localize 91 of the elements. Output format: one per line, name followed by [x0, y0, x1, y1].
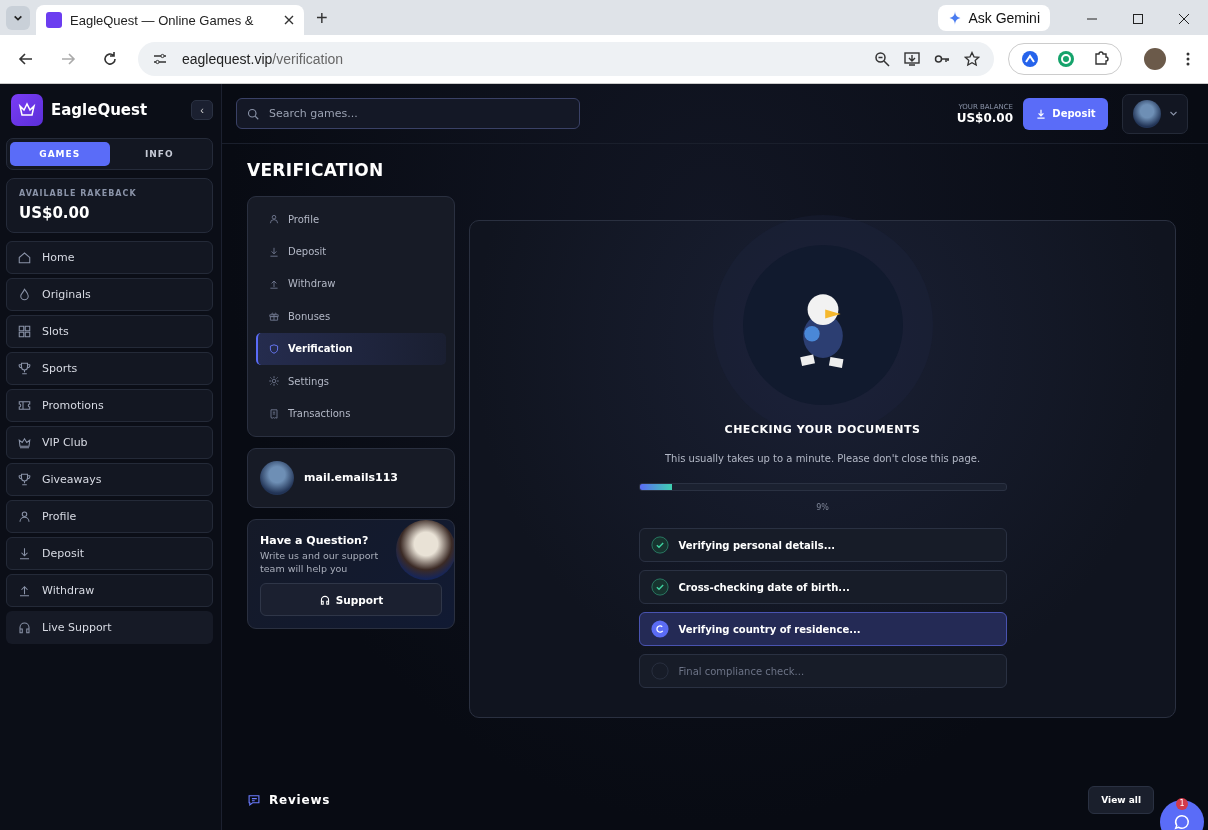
- search-field[interactable]: Search games...: [236, 98, 580, 129]
- download-icon: [17, 546, 32, 561]
- extension-icon[interactable]: [1021, 50, 1039, 68]
- support-text: Write us and our support team will help you: [260, 548, 380, 576]
- reload-icon[interactable]: [102, 51, 118, 67]
- sidebar-item[interactable]: VIP Club: [6, 426, 213, 459]
- extension-icon[interactable]: [1057, 50, 1075, 68]
- search-icon: [247, 107, 259, 120]
- rakeback-label: AVAILABLE RAKEBACK: [19, 189, 138, 198]
- check-icon: [650, 536, 669, 554]
- check-step: Final compliance check...: [638, 654, 1007, 688]
- section-title: Reviews: [269, 793, 331, 807]
- gear-icon: [268, 375, 280, 388]
- zoom-icon[interactable]: [874, 51, 890, 67]
- rakeback-amount: US$0.00: [19, 204, 91, 222]
- spinner-icon: [650, 620, 669, 638]
- mascot-avatar: [260, 460, 294, 495]
- progress-percent: 9%: [816, 503, 829, 512]
- gift-icon: [268, 310, 280, 323]
- sidebar-tab[interactable]: INFO: [109, 142, 209, 166]
- sidebar-item[interactable]: Deposit: [6, 537, 213, 570]
- brand-name: EagleQuest: [51, 101, 148, 119]
- collapse-button[interactable]: ‹: [191, 100, 213, 120]
- account-menu-item[interactable]: Withdraw: [256, 267, 446, 301]
- sidebar-item[interactable]: Withdraw: [6, 574, 213, 607]
- caret-icon: [1168, 109, 1178, 118]
- account-menu-item[interactable]: Profile: [256, 203, 446, 236]
- support-button[interactable]: Support: [260, 583, 442, 617]
- sidebar-item[interactable]: Slots: [6, 315, 213, 348]
- url-text: eaglequest.vip/verification: [182, 51, 344, 67]
- sidebar-item[interactable]: Sports: [6, 352, 213, 385]
- install-icon[interactable]: [904, 51, 920, 67]
- download-icon: [268, 245, 280, 258]
- account-menu-item[interactable]: Deposit: [256, 235, 446, 268]
- ticket-icon: [17, 398, 32, 413]
- account-menu-item[interactable]: Verification: [256, 332, 446, 365]
- close-icon[interactable]: [284, 15, 294, 25]
- maximize-icon[interactable]: [1132, 13, 1144, 25]
- crown-icon: [17, 435, 32, 450]
- caret-icon: [13, 13, 23, 23]
- sidebar-tab[interactable]: GAMES: [10, 142, 110, 166]
- mascot-avatar: [1132, 99, 1161, 128]
- more-icon[interactable]: [1186, 51, 1190, 67]
- download-icon: [1035, 107, 1048, 120]
- page-title: VERIFICATION: [247, 160, 385, 180]
- puzzle-icon[interactable]: [1093, 50, 1109, 66]
- check-step: Cross-checking date of birth...: [638, 570, 1007, 604]
- sidebar-item[interactable]: Giveaways: [6, 463, 213, 496]
- support-title: Have a Question?: [260, 533, 370, 547]
- ask-gemini-button[interactable]: Ask Gemini: [938, 5, 1050, 31]
- close-icon[interactable]: [1178, 13, 1190, 25]
- profile-avatar[interactable]: [1144, 48, 1166, 70]
- check-icon: [650, 578, 669, 596]
- user-icon: [268, 213, 280, 226]
- site-settings-icon[interactable]: [152, 51, 168, 67]
- grid-icon: [17, 324, 32, 339]
- sidebar-item[interactable]: Promotions: [6, 389, 213, 422]
- sidebar-item[interactable]: Home: [6, 241, 213, 274]
- home-icon: [17, 250, 32, 265]
- shield-icon: [268, 342, 280, 355]
- headset-icon: [17, 620, 32, 635]
- trophy-icon: [17, 361, 32, 376]
- account-menu-item[interactable]: Bonuses: [256, 300, 446, 333]
- status-title: CHECKING YOUR DOCUMENTS: [724, 423, 921, 436]
- status-text: This usually takes up to a minute. Please don't close this page.: [664, 453, 981, 464]
- tab-list-button[interactable]: [6, 6, 30, 30]
- star-icon[interactable]: [964, 51, 980, 67]
- balance-amount: US$0.00: [956, 110, 1013, 125]
- chat-icon: [247, 793, 261, 807]
- account-menu-item[interactable]: Transactions: [256, 397, 446, 430]
- search-input[interactable]: Search games...: [267, 106, 569, 121]
- username: mail.emails113: [304, 471, 398, 485]
- chat-icon: [1173, 813, 1191, 830]
- deposit-button[interactable]: Deposit: [1023, 97, 1108, 130]
- user-icon: [17, 509, 32, 524]
- receipt-icon: [268, 407, 280, 420]
- check-step: Verifying personal details...: [638, 528, 1007, 562]
- back-icon[interactable]: [18, 51, 34, 67]
- new-tab-button[interactable]: +: [310, 6, 334, 31]
- upload-icon: [17, 583, 32, 598]
- account-menu-button[interactable]: [1122, 93, 1188, 134]
- sidebar-item[interactable]: Originals: [6, 278, 213, 311]
- check-step: Verifying country of residence...: [638, 612, 1007, 646]
- address-bar[interactable]: eaglequest.vip/verification: [138, 42, 994, 76]
- notification-badge: 1: [1176, 798, 1188, 810]
- headset-icon: [318, 593, 331, 606]
- sidebar-item[interactable]: Profile: [6, 500, 213, 533]
- account-menu-item[interactable]: Settings: [256, 364, 446, 398]
- browser-tab[interactable]: EagleQuest — Online Games &: [36, 5, 304, 35]
- trophy-icon: [17, 472, 32, 487]
- view-all-button[interactable]: View all: [1088, 786, 1154, 814]
